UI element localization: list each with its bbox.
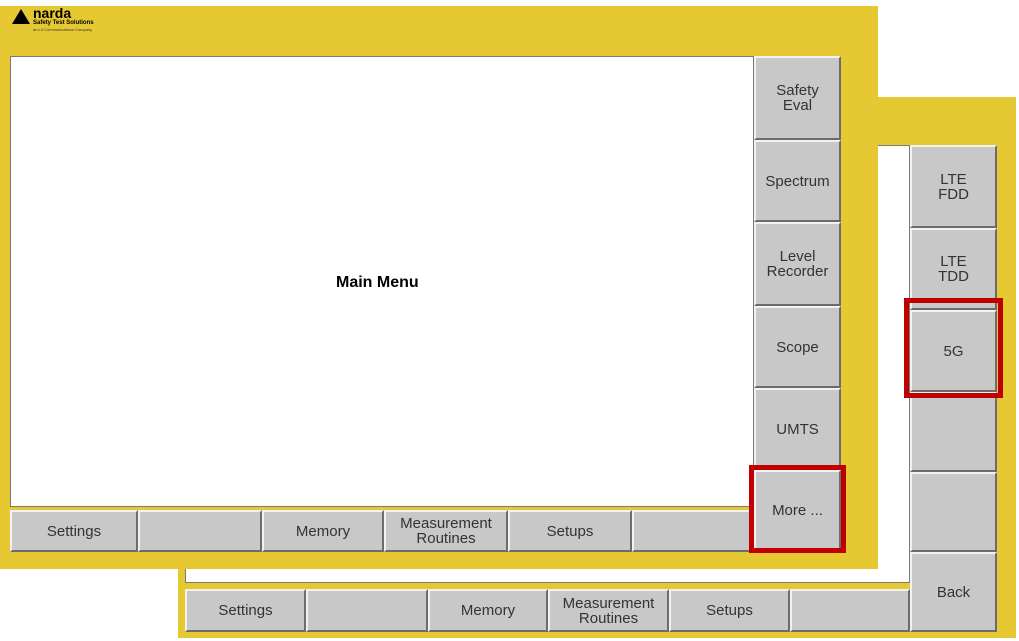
- narda-triangle-icon: [12, 9, 30, 24]
- memory-button[interactable]: Memory: [262, 510, 384, 552]
- submenu-setups-button[interactable]: Setups: [669, 589, 790, 632]
- logo-name: narda: [33, 5, 72, 21]
- submenu-empty-button-2[interactable]: [910, 472, 997, 552]
- more-highlight-box: [749, 465, 846, 553]
- main-menu-title: Main Menu: [336, 274, 419, 291]
- 5g-highlight-box: [904, 298, 1003, 398]
- settings-button[interactable]: Settings: [10, 510, 138, 552]
- setups-button[interactable]: Setups: [508, 510, 632, 552]
- measurement-routines-button[interactable]: Measurement Routines: [384, 510, 508, 552]
- back-button[interactable]: Back: [910, 552, 997, 632]
- narda-logo: narda Safety Test Solutions an L3 Commun…: [12, 6, 94, 34]
- lte-fdd-button[interactable]: LTE FDD: [910, 145, 997, 228]
- bottom-empty-button-2[interactable]: [632, 510, 754, 552]
- umts-button[interactable]: UMTS: [754, 388, 841, 470]
- level-recorder-button[interactable]: Level Recorder: [754, 222, 841, 306]
- bottom-empty-button-1[interactable]: [138, 510, 262, 552]
- submenu-bottom-empty-button-2[interactable]: [790, 589, 910, 632]
- safety-eval-button[interactable]: Safety Eval: [754, 56, 841, 140]
- submenu-measurement-routines-button[interactable]: Measurement Routines: [548, 589, 669, 632]
- submenu-bottom-empty-button-1[interactable]: [306, 589, 428, 632]
- logo-subtitle: Safety Test Solutions: [33, 20, 94, 26]
- submenu-settings-button[interactable]: Settings: [185, 589, 306, 632]
- submenu-memory-button[interactable]: Memory: [428, 589, 548, 632]
- submenu-empty-button-1[interactable]: [910, 392, 997, 472]
- logo-tagline: an L3 Communications Company: [33, 27, 93, 32]
- scope-button[interactable]: Scope: [754, 306, 841, 388]
- spectrum-button[interactable]: Spectrum: [754, 140, 841, 222]
